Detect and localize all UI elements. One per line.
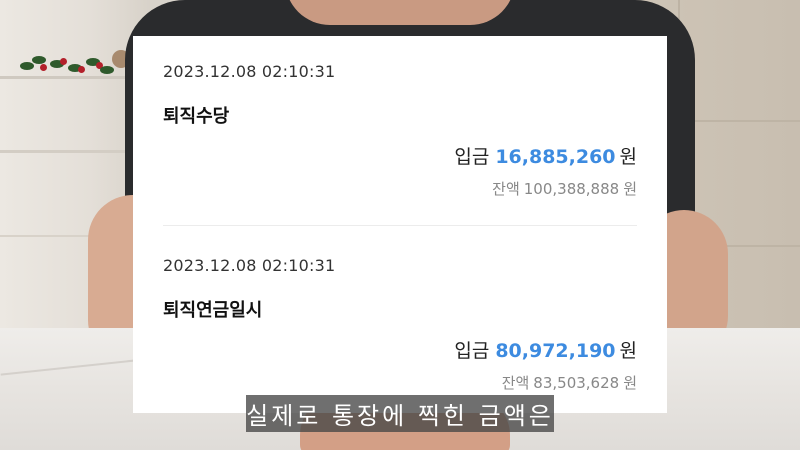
currency-unit: 원 <box>623 180 637 198</box>
deposit-label: 입금 <box>454 340 490 362</box>
deposit-amount: 80,972,190 <box>495 340 616 362</box>
balance-amount: 83,503,628 <box>533 374 620 392</box>
balance-line: 잔액 83,503,628 원 <box>502 372 637 393</box>
deposit-label: 입금 <box>454 146 490 168</box>
transaction-datetime: 2023.12.08 02:10:31 <box>163 62 336 81</box>
currency-unit: 원 <box>623 374 637 392</box>
transaction-datetime: 2023.12.08 02:10:31 <box>163 256 336 275</box>
balance-label: 잔액 <box>501 374 530 392</box>
balance-amount: 100,388,888 <box>523 180 620 198</box>
shelf <box>0 150 140 153</box>
deposit-line: 입금 80,972,190 원 <box>454 336 637 363</box>
currency-unit: 원 <box>619 146 637 168</box>
video-subtitle: 실제로 통장에 찍힌 금액은 <box>246 395 554 432</box>
entry-divider <box>163 225 637 226</box>
deposit-amount: 16,885,260 <box>495 146 616 168</box>
christmas-decoration <box>20 48 135 76</box>
deposit-line: 입금 16,885,260 원 <box>454 142 637 169</box>
balance-line: 잔액 100,388,888 원 <box>492 178 637 199</box>
currency-unit: 원 <box>619 340 637 362</box>
person-neck <box>285 0 515 25</box>
transaction-title: 퇴직연금일시 <box>163 300 263 321</box>
transaction-card: 2023.12.08 02:10:31 퇴직수당 입금 16,885,260 원 잔… <box>133 36 667 413</box>
shelf <box>0 76 140 79</box>
subtitle-text: 실제로 통장에 찍힌 금액은 <box>246 402 554 430</box>
transaction-title: 퇴직수당 <box>163 106 230 127</box>
balance-label: 잔액 <box>492 180 520 198</box>
